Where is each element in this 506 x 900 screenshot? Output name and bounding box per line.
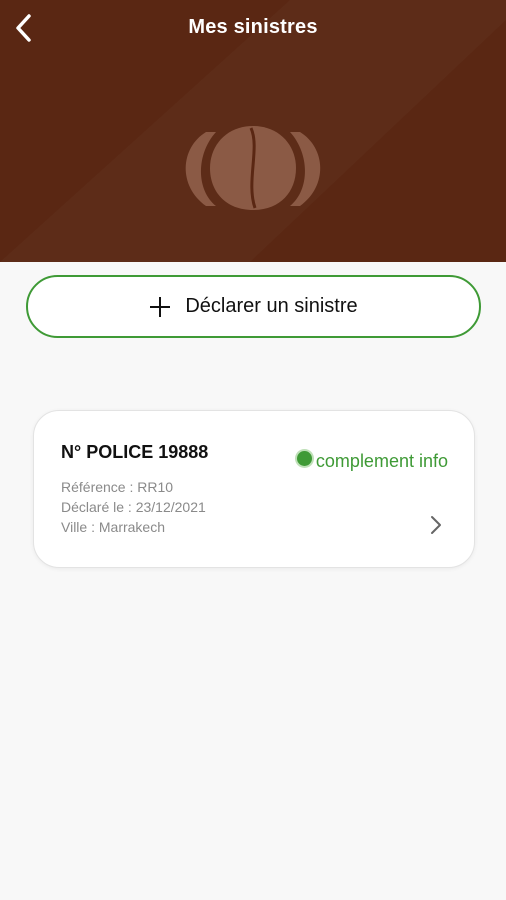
police-number: N° POLICE 19888 — [61, 442, 209, 462]
claim-card[interactable]: N° POLICE 19888 complement info Référenc… — [33, 410, 475, 568]
claim-city: Ville : Marrakech — [61, 519, 166, 535]
chevron-right-icon — [431, 516, 441, 534]
insurer-logo — [185, 126, 321, 210]
claim-reference: Référence : RR10 — [61, 479, 174, 495]
status-badge: complement info — [296, 451, 448, 472]
claim-declared-date: Déclaré le : 23/12/2021 — [61, 499, 206, 515]
page-title: Mes sinistres — [188, 16, 318, 38]
plus-icon — [150, 296, 171, 317]
declare-claim-button[interactable]: Déclarer un sinistre — [26, 275, 481, 338]
status-label: complement info — [315, 451, 448, 471]
status-dot-icon — [296, 451, 312, 466]
declare-claim-label: Déclarer un sinistre — [185, 295, 358, 317]
header-banner: Mes sinistres — [0, 0, 506, 262]
